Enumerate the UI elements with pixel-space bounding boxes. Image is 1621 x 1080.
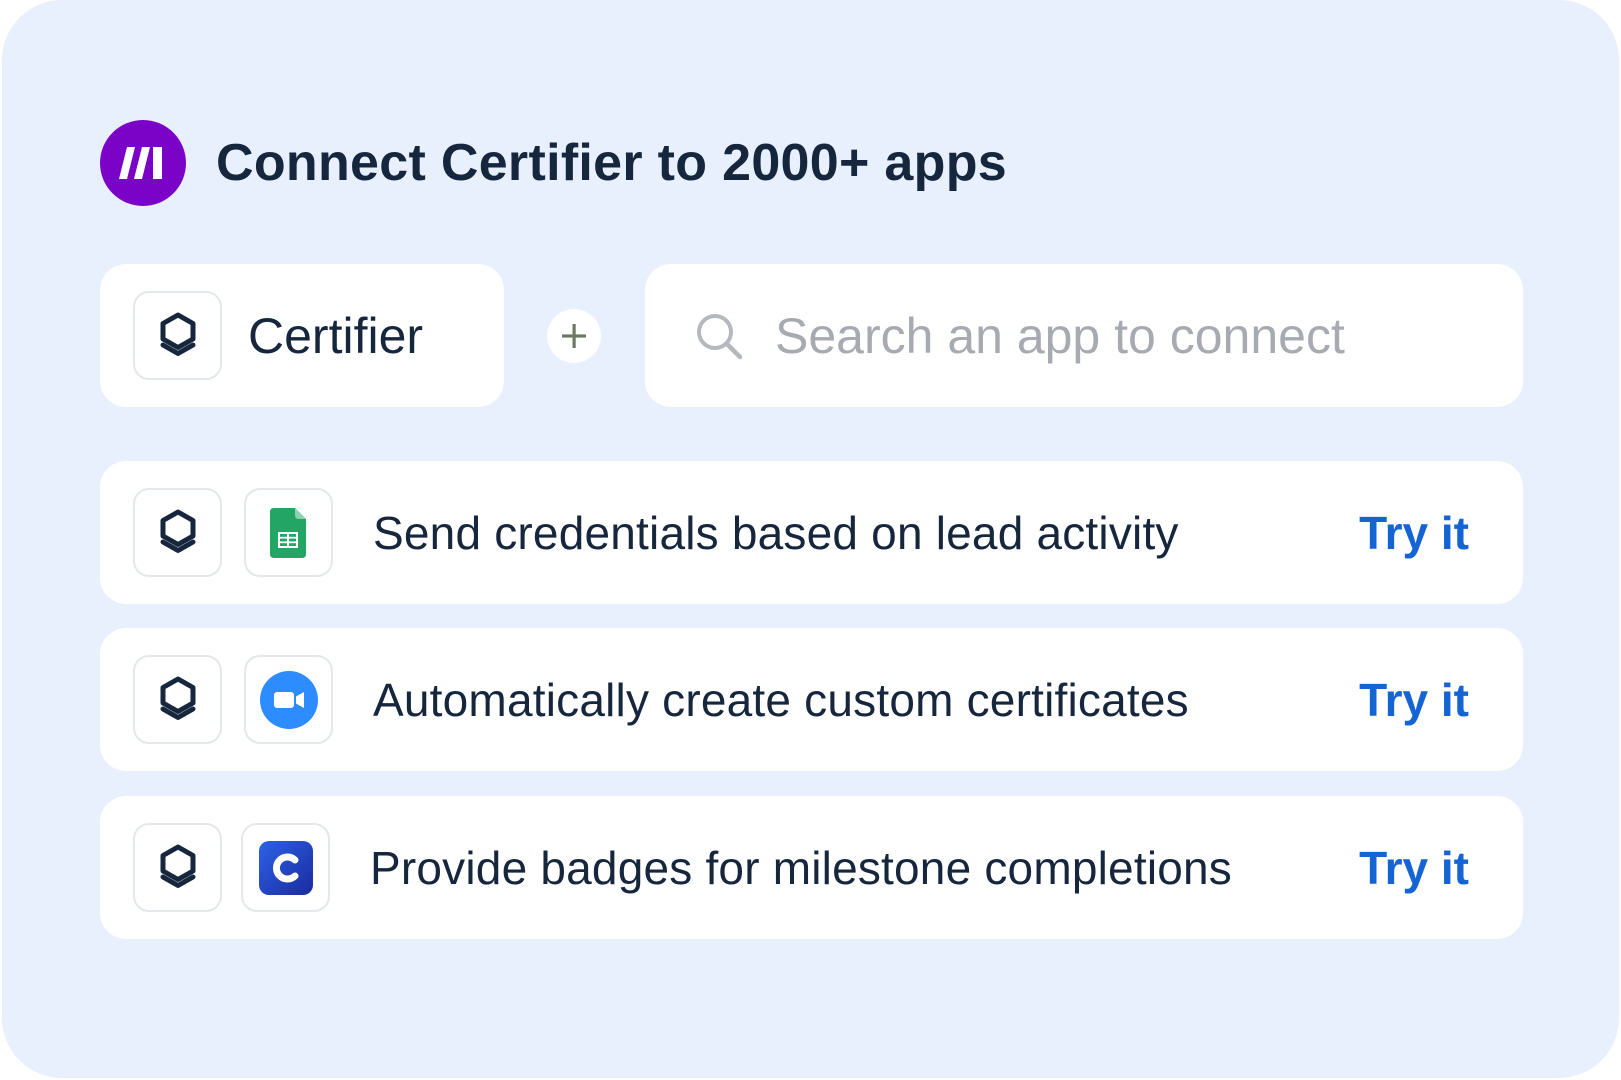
selected-app-name: Certifier: [248, 307, 424, 364]
plus-icon: [547, 309, 601, 363]
template-row: Automatically create custom certificates…: [100, 628, 1523, 771]
search-icon: [693, 310, 745, 362]
template-text: Automatically create custom certificates: [373, 673, 1189, 726]
zoom-icon: [244, 655, 333, 744]
google-sheets-icon: [244, 488, 333, 577]
template-row: Send credentials based on lead activity …: [100, 461, 1523, 604]
template-text: Provide badges for milestone completions: [370, 841, 1233, 894]
header: Connect Certifier to 2000+ apps: [100, 120, 1007, 206]
app-c-icon: [241, 823, 330, 912]
try-it-link[interactable]: Try it: [1359, 673, 1469, 727]
certifier-icon: [133, 655, 222, 744]
certifier-icon: [133, 823, 222, 912]
search-bar[interactable]: [645, 264, 1523, 407]
template-text: Send credentials based on lead activity: [373, 506, 1179, 559]
selected-app-card[interactable]: Certifier: [100, 264, 504, 407]
certifier-icon: [133, 291, 222, 380]
search-input[interactable]: [775, 306, 1475, 365]
certifier-icon: [133, 488, 222, 577]
try-it-link[interactable]: Try it: [1359, 841, 1469, 895]
template-row: Provide badges for milestone completions…: [100, 796, 1523, 939]
make-logo-icon: [100, 120, 186, 206]
integration-panel: Connect Certifier to 2000+ apps Certifie…: [2, 0, 1619, 1078]
page-title: Connect Certifier to 2000+ apps: [216, 134, 1007, 192]
try-it-link[interactable]: Try it: [1359, 506, 1469, 560]
